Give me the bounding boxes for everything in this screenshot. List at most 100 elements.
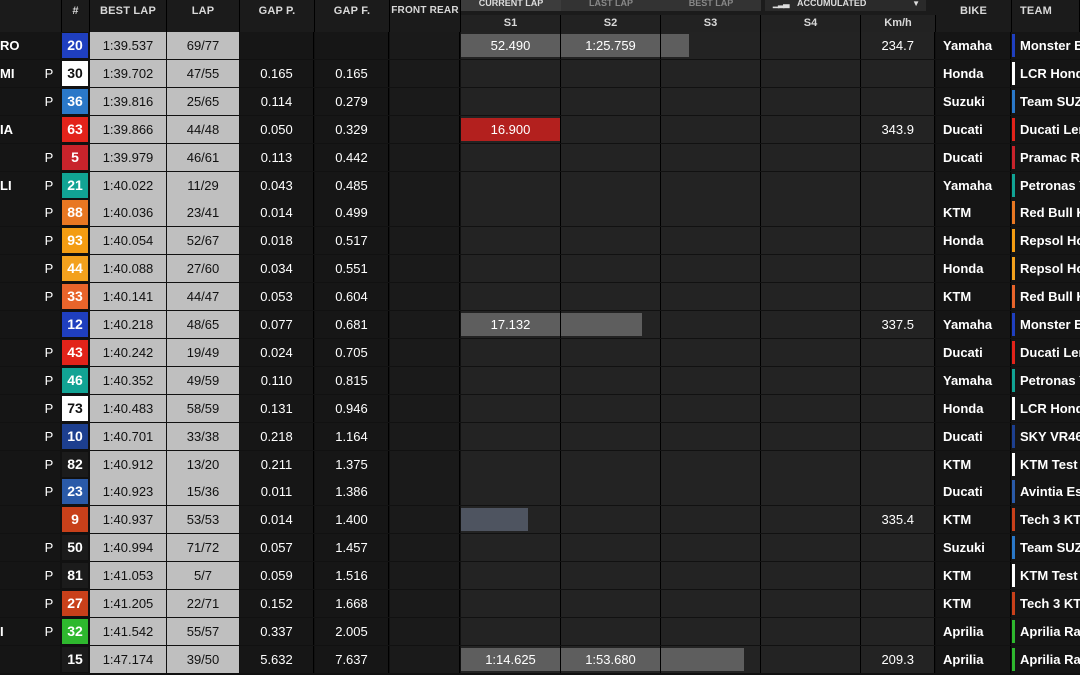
table-row[interactable]: RO 20 1:39.537 69/77 52.490 1:25.759 234.7 Yama… xyxy=(0,32,1080,60)
rider-number: 5 xyxy=(62,144,88,170)
top-speed xyxy=(861,59,935,87)
header-team[interactable]: TEAM xyxy=(1012,0,1080,32)
table-row[interactable]: I P 32 1:41.542 55/57 0.337 2.005 Aprilia Aprili… xyxy=(0,617,1080,646)
gap-previous: 0.152 xyxy=(240,590,314,617)
bike-make: Suzuki xyxy=(936,534,1011,562)
top-speed xyxy=(861,199,935,227)
header-s4[interactable]: S4 xyxy=(761,15,861,32)
header-lap[interactable]: LAP xyxy=(167,0,240,32)
tab-last-lap[interactable]: LAST LAP xyxy=(561,0,661,11)
rider-number: 88 xyxy=(62,200,88,226)
sector-s4 xyxy=(761,478,861,506)
gap-first: 2.005 xyxy=(315,617,389,645)
table-row[interactable]: P 36 1:39.816 25/65 0.114 0.279 Suzuki Team SUZ xyxy=(0,87,1080,116)
gap-first: 0.681 xyxy=(315,311,389,338)
sector-s4 xyxy=(761,32,861,59)
table-row[interactable]: IA 63 1:39.866 44/48 0.050 0.329 16.900 343.9 Du… xyxy=(0,115,1080,144)
table-row[interactable]: P 23 1:40.923 15/36 0.011 1.386 Ducati Avintia … xyxy=(0,478,1080,506)
table-row[interactable]: MI P 30 1:39.702 47/55 0.165 0.165 Honda LCR Hon… xyxy=(0,59,1080,88)
rider-number: 15 xyxy=(62,646,88,672)
bike-make: Honda xyxy=(936,255,1011,283)
front-rear-tyres xyxy=(390,32,460,59)
table-row[interactable]: 9 1:40.937 53/53 0.014 1.400 335.4 KTM Tech 3 K… xyxy=(0,506,1080,534)
table-row[interactable]: P 43 1:40.242 19/49 0.024 0.705 Ducati Ducati L… xyxy=(0,338,1080,367)
table-row[interactable]: P 33 1:40.141 44/47 0.053 0.604 KTM Red Bull K xyxy=(0,283,1080,311)
sector-time-bar xyxy=(561,313,642,336)
table-row[interactable]: P731:40.48358/590.1310.946 HondaLCR Honda xyxy=(0,394,1080,423)
lap-count: 13/20 xyxy=(167,450,239,478)
pit-status: P xyxy=(38,199,60,227)
sector-s2 xyxy=(561,311,661,338)
table-row[interactable]: P 44 1:40.088 27/60 0.034 0.551 Honda Repsol Ho xyxy=(0,255,1080,283)
best-lap-time: 1:39.866 xyxy=(90,115,166,143)
gap-first: 0.551 xyxy=(315,255,389,283)
header-number[interactable]: # xyxy=(62,0,90,32)
team-name: Repsol Ho xyxy=(1012,255,1080,283)
table-row[interactable]: P 46 1:40.352 49/59 0.110 0.815 Yamaha Petronas… xyxy=(0,366,1080,395)
lap-view-tabs: CURRENT LAP LAST LAP BEST LAP xyxy=(461,0,761,11)
sector-s1 xyxy=(461,366,561,394)
team-color-stripe xyxy=(1012,564,1015,588)
tab-current-lap[interactable]: CURRENT LAP xyxy=(461,0,561,11)
sector-s3 xyxy=(661,227,761,255)
top-speed xyxy=(861,366,935,394)
lap-count: 55/57 xyxy=(167,617,239,645)
header-bike[interactable]: BIKE xyxy=(936,0,1012,32)
table-row[interactable]: P 50 1:40.994 71/72 0.057 1.457 Suzuki Team SUZ xyxy=(0,534,1080,562)
lap-count: 27/60 xyxy=(167,255,239,283)
sector-s2 xyxy=(561,394,661,422)
top-speed xyxy=(861,171,935,199)
sector-s4 xyxy=(761,87,861,115)
team-name: Team SUZ xyxy=(1012,87,1080,115)
gap-first: 0.815 xyxy=(315,366,389,394)
gap-first: 1.164 xyxy=(315,422,389,450)
rider-number: 10 xyxy=(62,423,88,449)
header-front-rear[interactable]: FRONT REAR xyxy=(390,0,461,32)
table-row[interactable]: 12 1:40.218 48/65 0.077 0.681 17.132 337.5 Yama… xyxy=(0,311,1080,339)
table-row[interactable]: P51:39.97946/610.1130.442 DucatiPramac Ra xyxy=(0,143,1080,172)
sector-s1 xyxy=(461,227,561,255)
gap-previous: 0.014 xyxy=(240,506,314,534)
sector-s3 xyxy=(661,199,761,227)
sector-s2 xyxy=(561,590,661,617)
gap-previous: 0.114 xyxy=(240,87,314,115)
gap-first: 1.516 xyxy=(315,562,389,590)
header-speed[interactable]: Km/h xyxy=(861,15,936,32)
gap-previous: 0.050 xyxy=(240,115,314,143)
pit-status: P xyxy=(38,562,60,590)
header-s2[interactable]: S2 xyxy=(561,15,661,32)
pit-status: P xyxy=(38,87,60,115)
team-name: Petronas Y xyxy=(1012,171,1080,199)
team-name: LCR Honda xyxy=(1012,59,1080,87)
table-row[interactable]: P 88 1:40.036 23/41 0.014 0.499 KTM Red Bull K xyxy=(0,199,1080,227)
sector-s4 xyxy=(761,534,861,562)
table-row[interactable]: P271:41.20522/710.1521.668 KTMTech 3 KTM xyxy=(0,590,1080,618)
table-row[interactable]: P811:41.0535/70.0591.516 KTMKTM Test T xyxy=(0,562,1080,590)
header-s1[interactable]: S1 xyxy=(461,15,561,32)
gap-previous: 0.024 xyxy=(240,338,314,366)
table-row[interactable]: P821:40.91213/200.2111.375 KTMKTM Test T xyxy=(0,450,1080,479)
sector-s1 xyxy=(461,59,561,87)
accumulated-dropdown[interactable]: ▁▂▃ ACCUMULATED ▼ xyxy=(765,0,926,11)
pit-status: P xyxy=(38,478,60,506)
header-gap-f[interactable]: GAP F. xyxy=(315,0,390,32)
pit-status: P xyxy=(38,59,60,87)
sector-s1 xyxy=(461,255,561,283)
team-name: Monster E xyxy=(1012,32,1080,59)
gap-previous: 0.218 xyxy=(240,422,314,450)
top-speed xyxy=(861,338,935,366)
tab-best-lap[interactable]: BEST LAP xyxy=(661,0,761,11)
lap-count: 53/53 xyxy=(167,506,239,534)
table-row[interactable]: 15 1:47.174 39/50 5.632 7.637 1:14.625 1:53.68… xyxy=(0,645,1080,674)
table-row[interactable]: LI P 21 1:40.022 11/29 0.043 0.485 Yamaha Petron… xyxy=(0,171,1080,200)
table-row[interactable]: P 93 1:40.054 52/67 0.018 0.517 Honda Repsol Ho xyxy=(0,227,1080,255)
table-row[interactable]: P 10 1:40.701 33/38 0.218 1.164 Ducati SKY VR46 xyxy=(0,422,1080,451)
sector-time-bar: 16.900 xyxy=(461,117,560,141)
header-s3[interactable]: S3 xyxy=(661,15,761,32)
sector-s1 xyxy=(461,617,561,645)
sector-s3 xyxy=(661,506,761,534)
header-gap-p[interactable]: GAP P. xyxy=(240,0,315,32)
header-best-lap[interactable]: BEST LAP xyxy=(90,0,167,32)
top-speed xyxy=(861,394,935,422)
gap-previous: 0.011 xyxy=(240,478,314,506)
